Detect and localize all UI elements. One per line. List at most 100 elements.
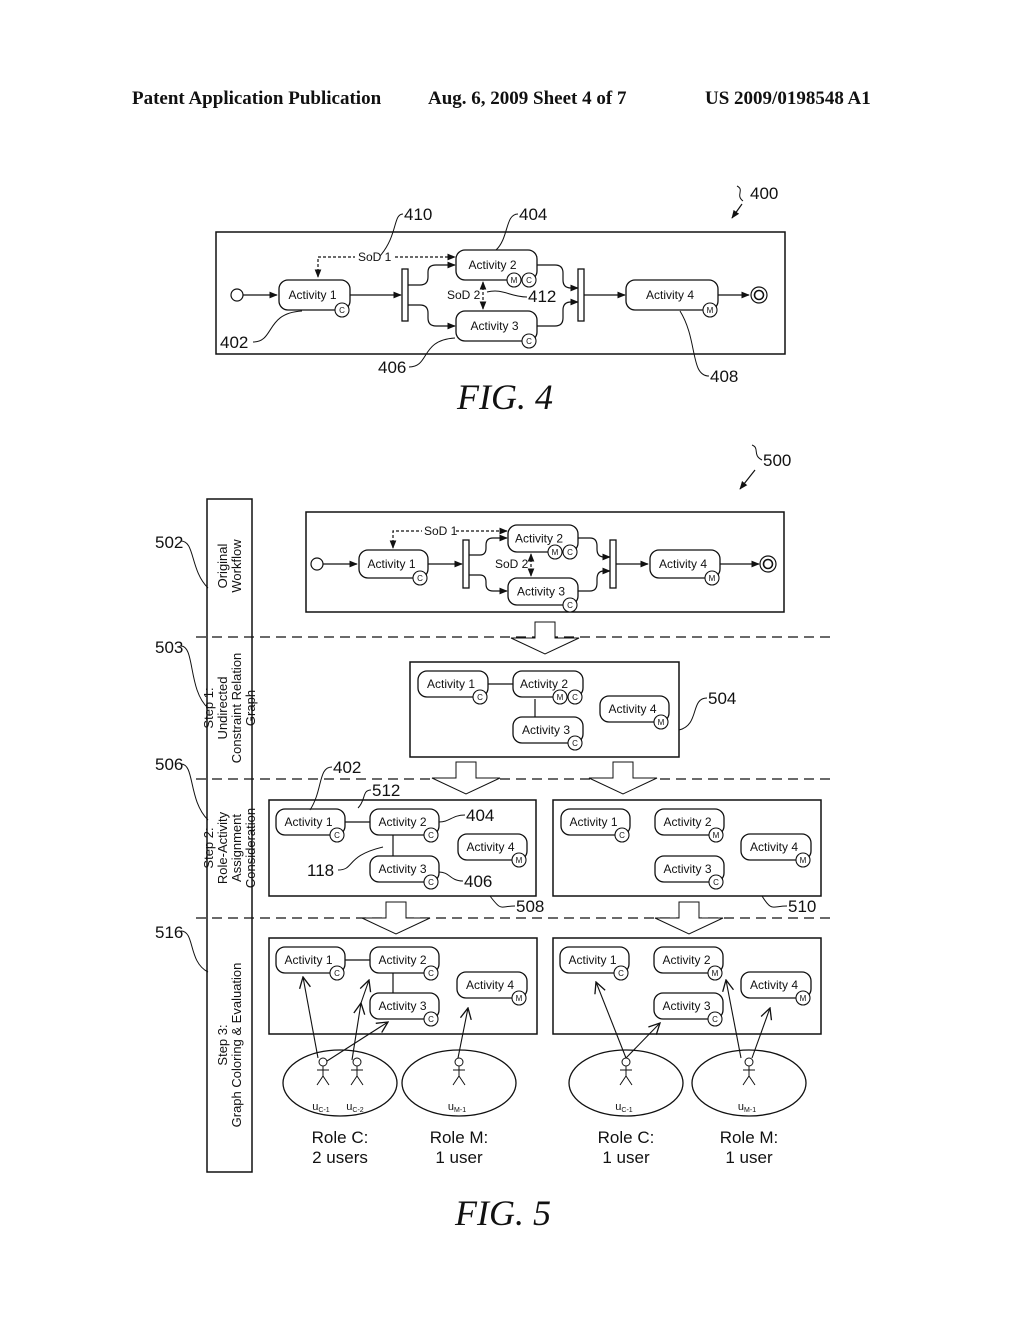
step2-left-activity-1: Activity 1C [275, 808, 346, 843]
step-label-line: Step 3: [215, 1024, 230, 1065]
activity-label: Activity 2 [378, 815, 426, 829]
activity-label: Activity 3 [663, 862, 711, 876]
activity-label: Activity 4 [466, 840, 514, 854]
activity-label: Activity 1 [284, 953, 332, 967]
step3-left-activity-2: Activity 2C [369, 946, 440, 981]
ref-406-leader [408, 337, 456, 368]
activity-label: Activity 1 [427, 677, 475, 691]
sod1-constraint-line [314, 256, 355, 278]
activity-label: Activity 2 [515, 532, 563, 546]
step2-right-activity-4: Activity 4M [740, 833, 812, 868]
role-name: Role M: [430, 1128, 489, 1147]
ref-516: 516 [155, 923, 183, 942]
ref-404: 404 [519, 205, 547, 224]
user-head [352, 1057, 362, 1067]
role-badge-letter: M [557, 693, 564, 702]
ref-502: 502 [155, 533, 183, 552]
activity-label: Activity 4 [646, 288, 694, 302]
graph-to-step2-left-arrow-icon [431, 761, 501, 795]
fig4-activity-4: Activity 4 M [625, 279, 719, 318]
step-label-line: Graph Coloring & Evaluation [229, 963, 244, 1128]
fig4-ref-number: 400 [750, 184, 778, 203]
sod2-label: SoD 2 [495, 557, 529, 571]
step-label-line: Role-Activity [215, 811, 230, 884]
user-head [621, 1057, 631, 1067]
graph-activity-1: Activity 1C [417, 670, 489, 705]
role-badge-letter: C [428, 878, 434, 887]
end-node-inner-icon [762, 558, 774, 570]
ref-402-leader [252, 310, 303, 343]
role-badge-letter: C [567, 548, 573, 557]
step-3-label: Step 3: Graph Coloring & Evaluation [215, 963, 244, 1128]
step-2-label: Step 2: Role-Activity Assignment Considerat… [201, 808, 258, 888]
step-label-line: Constraint Relation [229, 653, 244, 764]
flow-arrow [578, 537, 611, 561]
end-node-inner-icon [753, 289, 765, 301]
role-badge-letter: C [417, 574, 423, 583]
activity-label: Activity 1 [367, 557, 415, 571]
ref-510: 510 [788, 897, 816, 916]
user-head [454, 1057, 464, 1067]
flow-arrow [578, 567, 611, 592]
step2-right-activity-1: Activity 1C [560, 808, 631, 843]
ref-504: 504 [708, 689, 736, 708]
step-label-line: Consideration [243, 808, 258, 888]
ref-404-step2: 404 [466, 806, 494, 825]
graph-activity-4: Activity 4M [599, 695, 670, 730]
ref-506-leader [180, 763, 209, 821]
activity-label: Activity 4 [466, 978, 514, 992]
fig5-workflow-activity-1: Activity 1C [358, 549, 429, 586]
ref-406-step2: 406 [464, 872, 492, 891]
activity-label: Activity 4 [659, 557, 707, 571]
step3-left-role-c: uC-1 uC-2Role C:2 users [282, 1049, 398, 1167]
role-user-count: 1 user [602, 1148, 650, 1167]
step3-right-activity-1: Activity 1C [559, 946, 630, 981]
activity-label: Activity 4 [750, 978, 798, 992]
flow-arrow [469, 574, 508, 595]
graph-activity-3: Activity 3C [512, 716, 584, 751]
role-user-count: 1 user [435, 1148, 483, 1167]
fig5-join-bar [609, 539, 617, 589]
step-label-line: Graph [243, 690, 258, 726]
fig4-activity-1: Activity 1C [278, 279, 351, 318]
fig4-fork-bar [401, 268, 409, 322]
start-node-icon [310, 557, 324, 571]
fig4-join-bar [577, 268, 585, 322]
role-ellipse [282, 1049, 398, 1117]
ref-412: 412 [528, 287, 556, 306]
step3-left-activity-4: Activity 4M [456, 971, 528, 1006]
activity-label: Activity 2 [662, 953, 710, 967]
activity-label: Activity 4 [750, 840, 798, 854]
sod1-constraint-line [389, 530, 422, 549]
step3-left-activity-3: Activity 3C [369, 992, 440, 1027]
ref-503: 503 [155, 638, 183, 657]
activity-label: Activity 1 [569, 815, 617, 829]
fig4-ref-leader [736, 185, 744, 202]
fig5-fork-bar [462, 539, 470, 589]
fig5-workflow-activity-3: Activity 3C [507, 577, 579, 613]
sod1-label: SoD 1 [358, 250, 392, 264]
role-badge-letter: C [334, 831, 340, 840]
role-badge-letter: C [477, 693, 483, 702]
step3-left-activity-1: Activity 1C [275, 946, 346, 981]
assignment-arrow [596, 982, 627, 1059]
ref-510-leader [761, 895, 788, 908]
step-label-line: Step 1: [201, 687, 216, 728]
ref-506: 506 [155, 755, 183, 774]
workflow-to-graph-arrow-icon [510, 621, 580, 655]
step-label-line: Workflow [229, 539, 244, 593]
role-user-count: 2 users [312, 1148, 368, 1167]
activity-label: Activity 3 [378, 862, 426, 876]
role-badge-letter: C [713, 878, 719, 887]
role-badge-letter: C [428, 969, 434, 978]
step2-right-activity-2: Activity 2M [654, 808, 725, 843]
activity-label: Activity 2 [663, 815, 711, 829]
step3-right-activity-3: Activity 3C [653, 992, 724, 1027]
role-badge-letter: C [428, 831, 434, 840]
activity-label: Activity 1 [288, 288, 336, 302]
role-name: Role C: [598, 1128, 655, 1147]
assignment-arrow [303, 977, 319, 1059]
ref-402: 402 [220, 333, 248, 352]
step-label-line: Assignment [229, 814, 244, 882]
fig5-ref-arrow [739, 469, 756, 490]
